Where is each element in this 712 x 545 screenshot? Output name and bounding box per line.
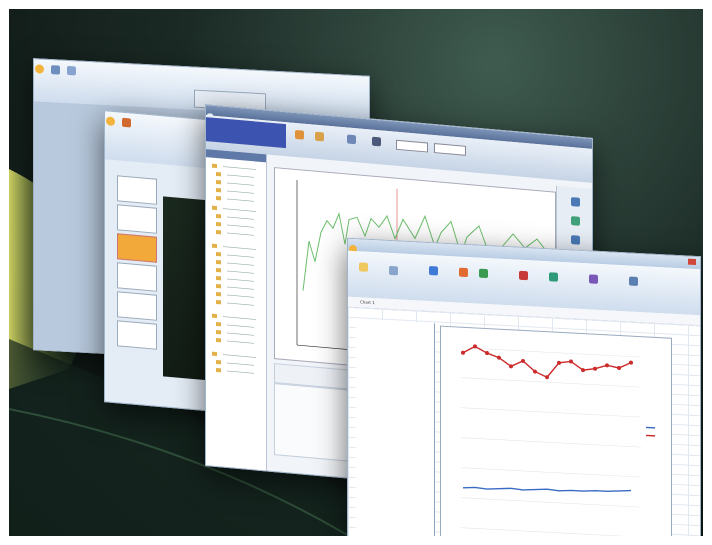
chart-canvas [461, 344, 655, 536]
scatter-chart-icon[interactable] [549, 272, 558, 282]
undo-icon[interactable] [67, 65, 77, 76]
line-chart-icon[interactable] [479, 268, 488, 279]
pie-chart-icon[interactable] [459, 267, 468, 278]
format-icon[interactable] [389, 265, 398, 276]
parameter-field-2[interactable] [434, 143, 466, 156]
insert-chart-icon[interactable] [429, 266, 438, 276]
tree-panel[interactable] [206, 149, 267, 471]
excel-window[interactable]: Chart 1 [347, 237, 701, 536]
tool-icon-1[interactable] [570, 197, 580, 207]
slide-thumbnail[interactable] [117, 262, 157, 292]
close-icon[interactable] [688, 258, 696, 266]
desktop-background: Chart 1 [9, 9, 703, 536]
paste-icon[interactable] [359, 262, 368, 272]
toolbar-panel [206, 117, 286, 149]
settings-icon[interactable] [372, 136, 381, 147]
name-box[interactable]: Chart 1 [360, 299, 375, 305]
data-column-a[interactable] [356, 319, 397, 536]
office-button-icon[interactable] [106, 116, 115, 127]
slide-thumbnail[interactable] [117, 175, 157, 205]
bar-chart-icon[interactable] [519, 270, 528, 281]
tool-icon-3[interactable] [570, 235, 580, 245]
embedded-chart[interactable] [440, 325, 672, 536]
office-button-icon[interactable] [35, 64, 44, 74]
slide-thumbnails[interactable] [117, 172, 157, 395]
slide-thumbnail[interactable] [117, 320, 157, 350]
save-icon[interactable] [315, 131, 324, 142]
parameter-field-1[interactable] [396, 139, 428, 153]
new-slide-icon[interactable] [122, 117, 132, 128]
slide-thumbnail-selected[interactable] [117, 233, 157, 263]
slide-thumbnail[interactable] [117, 291, 157, 321]
slide-thumbnail[interactable] [117, 204, 157, 234]
tool-icon-2[interactable] [570, 216, 580, 226]
search-icon[interactable] [347, 134, 356, 145]
other-charts-icon[interactable] [589, 274, 598, 284]
tree-items[interactable] [206, 157, 266, 462]
text-icon[interactable] [629, 276, 638, 286]
save-icon[interactable] [51, 65, 61, 75]
data-column-b[interactable] [396, 321, 435, 536]
open-icon[interactable] [295, 129, 304, 140]
